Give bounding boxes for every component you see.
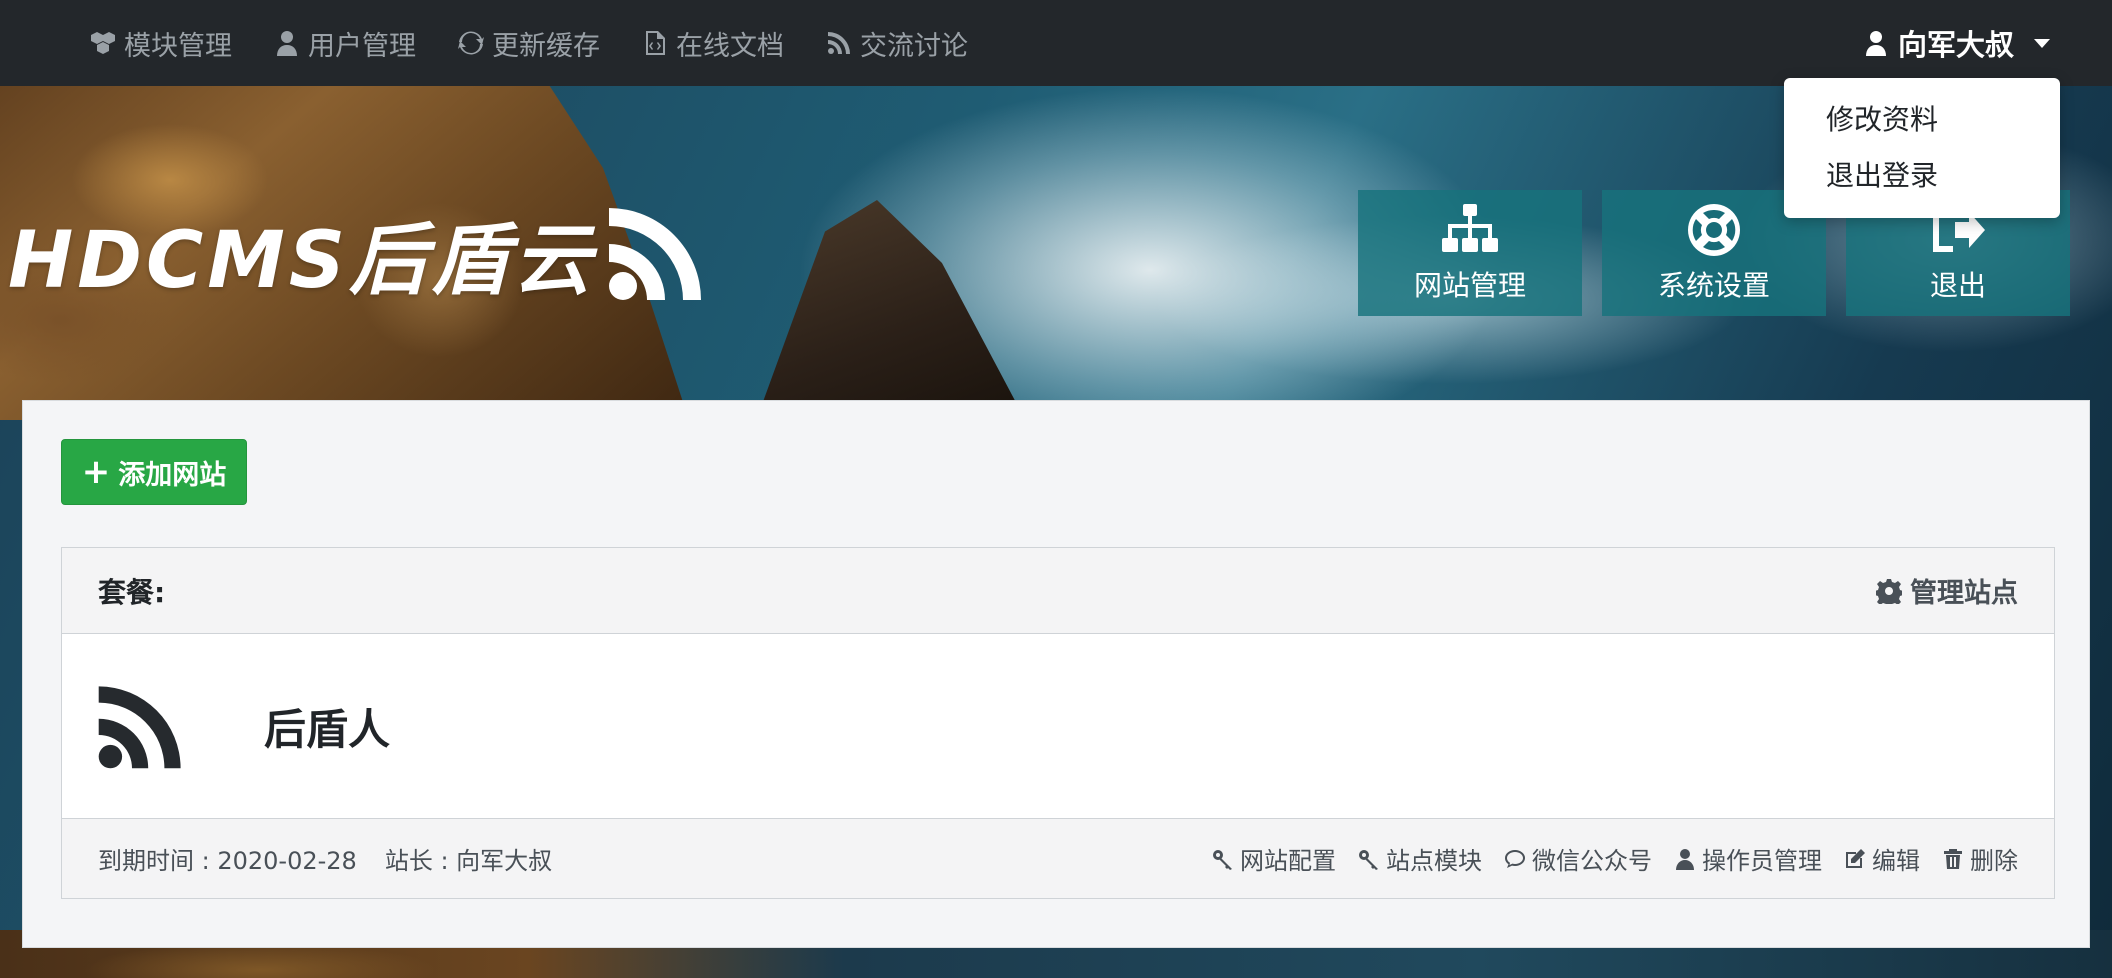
add-site-button[interactable]: + 添加网站 xyxy=(61,439,247,505)
card-body: 后盾人 xyxy=(62,634,2054,818)
wechat-link[interactable]: 微信公众号 xyxy=(1504,841,1652,876)
nav-item-label: 用户管理 xyxy=(308,30,416,62)
user-name: 向军大叔 xyxy=(1897,28,2014,62)
trash-icon xyxy=(1944,848,1962,869)
card-header: 套餐: 管理站点 xyxy=(62,548,2054,634)
site-modules-link[interactable]: 站点模块 xyxy=(1358,841,1482,876)
tile-label: 退出 xyxy=(1929,269,1986,302)
nav-item-refresh-cache[interactable]: 更新缓存 xyxy=(458,24,600,63)
plus-icon: + xyxy=(81,452,111,492)
tile-site-management[interactable]: 网站管理 xyxy=(1358,190,1582,316)
file-code-icon xyxy=(646,31,665,55)
key-icon xyxy=(1213,849,1232,870)
rss-logo-icon xyxy=(609,208,702,300)
logo-text: HDCMS后盾云 xyxy=(8,216,596,306)
action-label: 微信公众号 xyxy=(1532,847,1652,875)
user-icon xyxy=(1676,848,1694,870)
site-meta: 到期时间 : 2020-02-28 站长 : 向军大叔 xyxy=(98,841,552,876)
nav-item-label: 交流讨论 xyxy=(860,30,968,62)
manage-site-label: 管理站点 xyxy=(1910,578,2018,609)
add-site-label: 添加网站 xyxy=(118,459,227,491)
package-label: 套餐: xyxy=(98,575,166,609)
delete-link[interactable]: 删除 xyxy=(1942,841,2018,876)
nav-menu: 模块管理 用户管理 更新缓存 在线文档 交流讨论 xyxy=(90,24,968,63)
site-config-link[interactable]: 网站配置 xyxy=(1212,841,1336,876)
user-dropdown-menu: 修改资料 退出登录 xyxy=(1784,78,2060,218)
refresh-icon xyxy=(458,31,484,55)
caret-down-icon xyxy=(2034,38,2050,48)
user-icon xyxy=(1865,31,1886,56)
page: 模块管理 用户管理 更新缓存 在线文档 交流讨论 向军大叔 HDCMS后盾云 网… xyxy=(0,0,2112,978)
user-menu-toggle[interactable]: 向军大叔 xyxy=(1864,22,2050,64)
nav-item-label: 更新缓存 xyxy=(492,30,600,62)
site-card: 套餐: 管理站点 后盾人 到期时间 : 2020-02-28 站长 : 向军大叔 xyxy=(61,547,2055,899)
top-navbar: 模块管理 用户管理 更新缓存 在线文档 交流讨论 向军大叔 xyxy=(0,0,2112,86)
expire-date: 到期时间 : 2020-02-28 xyxy=(98,847,357,875)
tile-label: 系统设置 xyxy=(1657,269,1770,302)
life-ring-icon xyxy=(1688,204,1741,256)
gear-icon xyxy=(1876,578,1902,604)
nav-item-docs[interactable]: 在线文档 xyxy=(642,24,784,63)
edit-link[interactable]: 编辑 xyxy=(1844,841,1920,876)
key-icon xyxy=(1359,849,1378,870)
nav-item-label: 在线文档 xyxy=(676,30,784,62)
menu-item-edit-profile[interactable]: 修改资料 xyxy=(1784,92,2060,148)
site-actions: 网站配置 站点模块 微信公众号 操作员管理 编辑 删除 xyxy=(1212,841,2018,876)
site-owner: 站长 : 向军大叔 xyxy=(384,847,553,875)
rss-icon xyxy=(98,686,181,769)
nav-item-modules[interactable]: 模块管理 xyxy=(90,24,232,63)
action-label: 删除 xyxy=(1970,847,2018,875)
nav-item-label: 模块管理 xyxy=(124,30,232,62)
manage-site-button[interactable]: 管理站点 xyxy=(1876,571,2018,610)
cubes-icon xyxy=(91,32,115,54)
action-label: 编辑 xyxy=(1872,847,1920,875)
site-logo[interactable]: HDCMS后盾云 xyxy=(8,198,705,310)
user-icon xyxy=(277,31,297,56)
action-label: 站点模块 xyxy=(1386,847,1482,875)
action-label: 操作员管理 xyxy=(1702,847,1822,875)
operator-management-link[interactable]: 操作员管理 xyxy=(1674,841,1822,876)
card-footer: 到期时间 : 2020-02-28 站长 : 向军大叔 网站配置 站点模块 微信… xyxy=(62,818,2054,898)
nav-item-users[interactable]: 用户管理 xyxy=(274,24,416,63)
edit-icon xyxy=(1846,848,1865,868)
tile-label: 网站管理 xyxy=(1413,269,1526,302)
comment-icon xyxy=(1505,849,1525,868)
main-panel: + 添加网站 套餐: 管理站点 后盾人 到期时间 : 2020-02-28 站长… xyxy=(22,400,2090,948)
site-name: 后盾人 xyxy=(264,704,391,754)
rss-icon xyxy=(828,32,850,54)
nav-item-discussion[interactable]: 交流讨论 xyxy=(826,24,968,63)
action-label: 网站配置 xyxy=(1240,847,1336,875)
menu-item-logout[interactable]: 退出登录 xyxy=(1784,148,2060,204)
sitemap-icon xyxy=(1442,204,1498,252)
